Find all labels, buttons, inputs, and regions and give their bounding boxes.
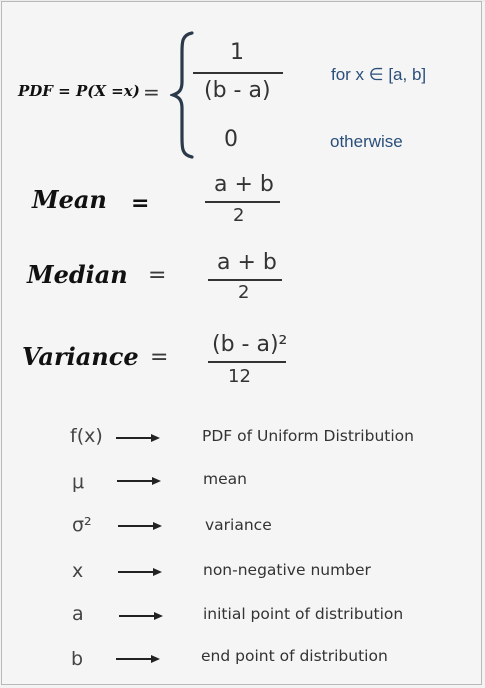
pdf-equals-sign: =	[143, 80, 160, 104]
legend-description-b: end point of distribution	[201, 647, 388, 665]
legend-description-sigma-squared: variance	[205, 516, 272, 534]
legend-symbol-b: b	[71, 648, 84, 670]
legend-description-mu: mean	[203, 470, 247, 488]
pdf-case2-value: 0	[224, 127, 238, 152]
variance-label: Variance	[22, 342, 139, 371]
legend-symbol-x: x	[72, 560, 84, 582]
pdf-case1-numerator: 1	[230, 40, 244, 65]
median-label: Median	[27, 260, 128, 289]
legend-symbol-mu: μ	[72, 471, 85, 493]
legend-symbol-a: a	[72, 603, 84, 625]
pdf-label: PDF = P(X =x)	[18, 82, 140, 100]
pdf-case1-condition: for x ∈ [a, b]	[331, 65, 427, 84]
mean-numerator: a + b	[214, 172, 274, 197]
pdf-case2-condition: otherwise	[330, 132, 403, 151]
variance-fraction-bar	[208, 361, 286, 363]
variance-denominator: 12	[228, 366, 251, 387]
legend-description-fx: PDF of Uniform Distribution	[202, 427, 414, 445]
mean-equals-sign: =	[131, 191, 150, 216]
variance-equals-sign: =	[150, 345, 169, 370]
legend-description-x: non-negative number	[203, 561, 371, 579]
right-arrow-icon	[119, 612, 163, 620]
variance-numerator: (b - a)²	[212, 332, 288, 357]
left-brace-icon	[170, 31, 194, 159]
right-arrow-icon	[118, 522, 162, 530]
right-arrow-icon	[116, 434, 160, 442]
median-equals-sign: =	[148, 263, 167, 288]
median-fraction-bar	[208, 279, 282, 281]
pdf-case1-denominator: (b - a)	[204, 78, 271, 103]
mean-label: Mean	[32, 185, 107, 214]
legend-symbol-fx: f(x)	[70, 425, 103, 447]
right-arrow-icon	[117, 477, 161, 485]
legend-symbol-sigma-squared: σ²	[72, 514, 92, 536]
mean-fraction-bar	[205, 201, 280, 203]
right-arrow-icon	[118, 568, 162, 576]
median-numerator: a + b	[217, 250, 277, 275]
pdf-case1-fraction-bar	[193, 72, 283, 74]
median-denominator: 2	[238, 282, 250, 303]
right-arrow-icon	[116, 655, 160, 663]
legend-description-a: initial point of distribution	[203, 605, 404, 623]
mean-denominator: 2	[233, 205, 245, 226]
